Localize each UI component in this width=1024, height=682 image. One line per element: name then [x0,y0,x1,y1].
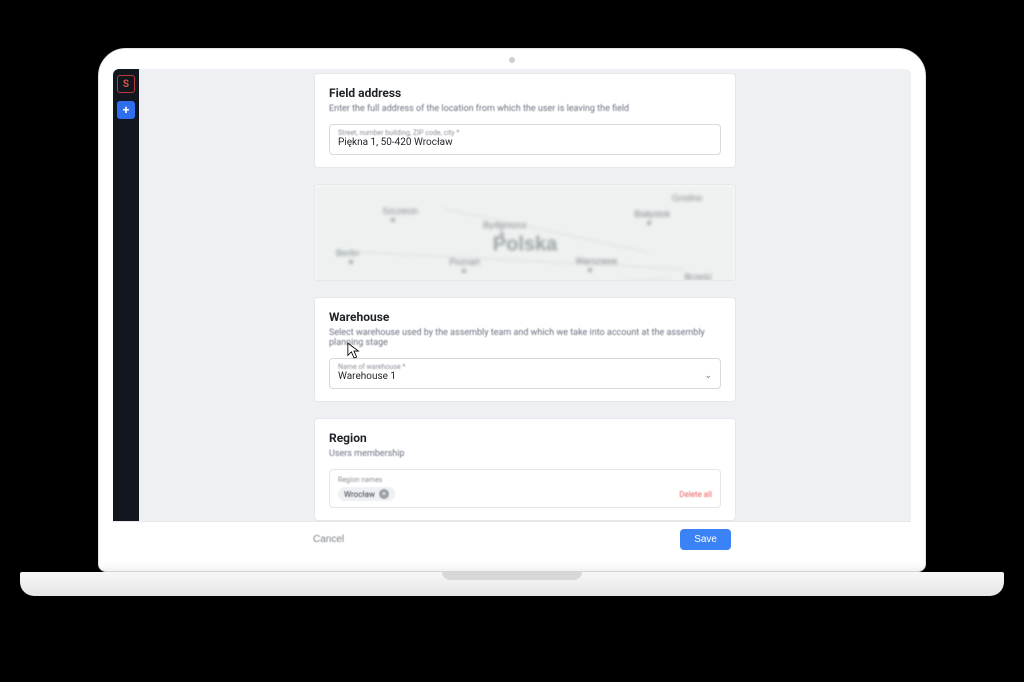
region-card: Region Users membership Region names Wro… [314,418,736,521]
warehouse-subtitle: Select warehouse used by the assembly te… [329,328,721,348]
warehouse-title: Warehouse [329,310,721,324]
map-city-dot [647,221,651,225]
warehouse-card: Warehouse Select warehouse used by the a… [314,297,736,402]
map-city-label: Grodno [672,193,702,203]
map-city-label: Szczecin [382,206,418,216]
field-address-subtitle: Enter the full address of the location f… [329,104,721,114]
region-chip-label: Wrocław [344,490,375,499]
address-input-label: Street, number building, ZIP code, city … [338,129,712,137]
address-input-value: Piękna 1, 50-420 Wrocław [338,137,712,148]
app-screen: S + Field address Enter the full address… [113,69,911,557]
laptop-frame: S + Field address Enter the full address… [98,48,926,572]
map-country-label: Polska [493,234,557,257]
map-road [379,277,672,281]
region-title: Region [329,431,721,445]
chevron-down-icon: ⌄ [704,371,712,381]
map[interactable]: Polska Szczecin Bydgoszcz Białystok Berl… [315,185,735,281]
add-button[interactable]: + [117,101,135,119]
field-address-title: Field address [329,86,721,100]
content-area: Field address Enter the full address of … [139,69,911,521]
region-box-label: Region names [338,476,712,484]
logo-letter: S [123,79,129,90]
address-input[interactable]: Street, number building, ZIP code, city … [329,124,721,155]
save-button[interactable]: Save [680,529,731,550]
footer-bar: Cancel Save [113,521,911,557]
warehouse-select-label: Name of warehouse * [338,363,712,371]
map-city-dot [462,269,466,273]
warehouse-select-value: Warehouse 1 [338,371,712,382]
map-city-dot [349,260,353,264]
warehouse-select[interactable]: Name of warehouse * Warehouse 1 ⌄ [329,358,721,389]
cancel-button[interactable]: Cancel [313,534,344,545]
camera-dot [509,57,515,63]
field-address-card: Field address Enter the full address of … [314,73,736,168]
plus-icon: + [123,104,130,116]
logo-icon: S [117,75,135,93]
region-chip[interactable]: Wrocław × [338,487,395,501]
laptop-base [20,572,1004,596]
map-city-label: Brześć [685,272,713,281]
map-city-dot [391,218,395,222]
sidebar: S + [113,69,139,521]
map-city-dot [500,232,504,236]
map-card: Polska Szczecin Bydgoszcz Białystok Berl… [314,184,736,281]
delete-all-link[interactable]: Delete all [679,490,712,499]
map-city-label: Berlin [336,248,359,258]
map-city-label: Białystok [634,209,670,219]
region-names-input[interactable]: Region names Wrocław × Delete all [329,469,721,508]
close-icon[interactable]: × [379,489,389,499]
map-city-dot [588,268,592,272]
region-subtitle: Users membership [329,449,721,459]
